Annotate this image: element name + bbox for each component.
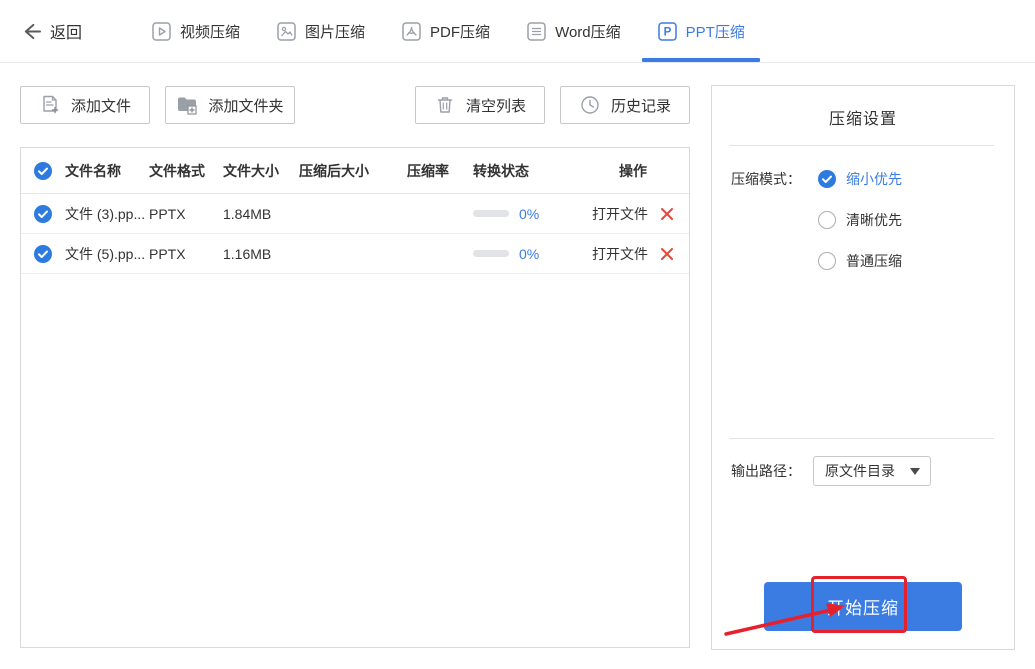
radio-unchecked-icon [818,252,836,270]
col-header-name: 文件名称 [65,162,121,179]
tab-label: 图片压缩 [305,23,366,41]
add-folder-button[interactable]: 添加文件夹 [165,86,295,124]
history-label: 历史记录 [610,97,671,115]
clear-list-label: 清空列表 [465,97,526,115]
app-window: 返回 视频压缩 图片压缩 PDF压缩 Word压缩 P PPT压缩 添加文件 添… [0,0,1035,669]
output-path-dropdown[interactable]: 原文件目录 [813,456,931,486]
tab-video-compress[interactable]: 视频压缩 [152,0,240,62]
file-size: 1.84MB [223,205,272,222]
file-name: 文件 (5).pp... [65,245,146,262]
output-path-value: 原文件目录 [825,463,895,479]
mode-option-clarity-priority[interactable]: 清晰优先 [818,210,902,230]
back-button[interactable]: 返回 [22,19,82,43]
row-checkbox[interactable] [34,204,52,223]
divider [729,438,994,439]
file-format: PPTX [149,245,186,262]
col-header-after-size: 压缩后大小 [299,162,369,179]
progress-bar [473,250,509,257]
file-name: 文件 (3).pp... [65,205,146,222]
mode-label: 压缩模式： [731,171,801,187]
progress-bar [473,210,509,217]
add-folder-label: 添加文件夹 [208,97,284,115]
radio-checked-icon [818,170,836,188]
add-file-label: 添加文件 [70,97,131,115]
select-all-checkbox[interactable] [34,161,52,180]
mode-option-label: 清晰优先 [846,212,902,228]
tab-label: PDF压缩 [430,23,491,41]
tab-label: PPT压缩 [685,23,745,41]
dropdown-caret-icon [910,467,920,475]
add-file-button[interactable]: 添加文件 [20,86,150,124]
col-header-ratio: 压缩率 [407,162,449,179]
ppt-icon: P [657,21,677,41]
compression-tabs: 视频压缩 图片压缩 PDF压缩 Word压缩 P PPT压缩 [152,0,761,62]
conversion-status: 0% [473,206,577,222]
tab-word-compress[interactable]: Word压缩 [527,0,621,62]
file-format: PPTX [149,205,186,222]
image-icon [277,21,296,41]
conversion-status: 0% [473,246,577,262]
col-header-status: 转换状态 [473,162,529,179]
trash-icon [437,97,453,113]
remove-file-icon[interactable] [660,207,674,221]
back-arrow-icon [24,23,41,39]
mode-option-label: 普通压缩 [846,253,902,269]
settings-title: 压缩设置 [828,111,897,128]
tab-ppt-compress[interactable]: P PPT压缩 [642,0,761,62]
remove-file-icon[interactable] [660,247,674,261]
table-row: 文件 (5).pp... PPTX 1.16MB 0% 打开文件 [21,234,689,274]
history-button[interactable]: 历史记录 [560,86,690,124]
table-header: 文件名称 文件格式 文件大小 压缩后大小 压缩率 转换状态 操作 [21,148,689,194]
back-label: 返回 [50,25,83,42]
col-header-format: 文件格式 [149,162,205,179]
file-list-panel: 文件名称 文件格式 文件大小 压缩后大小 压缩率 转换状态 操作 文件 (3).… [20,147,690,648]
progress-percent: 0% [519,205,540,222]
tab-pdf-compress[interactable]: PDF压缩 [402,0,490,62]
clear-list-button[interactable]: 清空列表 [415,86,545,124]
pdf-icon [402,21,421,41]
start-compress-button[interactable]: 开始压缩 [764,582,962,631]
compression-settings-panel: 压缩设置 压缩模式： 缩小优先 清晰优先 普通压缩 输出路径： 原文件目录 开始… [711,85,1015,650]
top-nav-bar: 返回 视频压缩 图片压缩 PDF压缩 Word压缩 P PPT压缩 [0,0,1035,63]
add-file-icon [43,95,59,114]
active-tab-underline [642,58,761,62]
table-row: 文件 (3).pp... PPTX 1.84MB 0% 打开文件 [21,194,689,234]
play-icon [152,21,171,41]
open-file-link[interactable]: 打开文件 [592,204,648,224]
mode-options: 缩小优先 清晰优先 普通压缩 [818,169,902,292]
tab-label: Word压缩 [555,23,621,41]
progress-percent: 0% [519,245,540,262]
radio-unchecked-icon [818,211,836,229]
row-checkbox[interactable] [34,244,52,263]
tab-image-compress[interactable]: 图片压缩 [277,0,365,62]
mode-option-label: 缩小优先 [846,171,902,187]
col-header-action: 操作 [619,162,647,179]
add-folder-icon [178,97,198,115]
svg-text:P: P [663,26,671,38]
mode-option-shrink-priority[interactable]: 缩小优先 [818,169,902,189]
open-file-link[interactable]: 打开文件 [592,244,648,264]
mode-option-normal-compress[interactable]: 普通压缩 [818,251,902,271]
tab-label: 视频压缩 [180,23,241,41]
col-header-size: 文件大小 [223,162,279,179]
clock-icon [581,96,599,114]
file-size: 1.16MB [223,245,272,262]
word-icon [527,21,546,41]
output-path-label: 输出路径： [731,463,801,479]
